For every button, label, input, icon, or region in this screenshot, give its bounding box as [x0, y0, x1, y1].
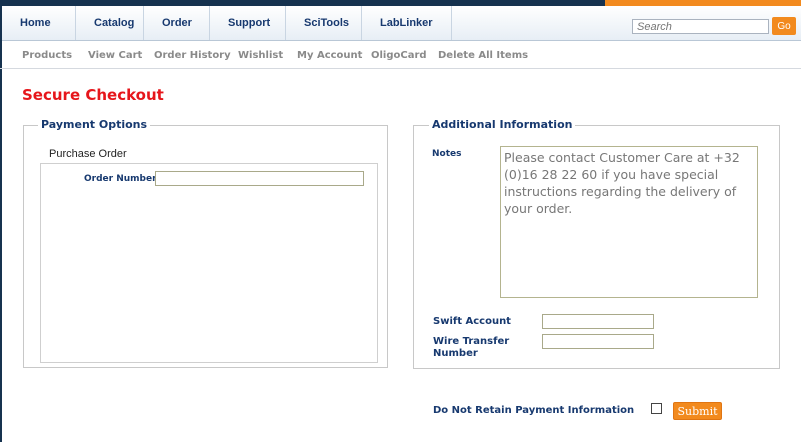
search-input[interactable] — [632, 19, 769, 34]
notes-textarea[interactable]: Please contact Customer Care at +32 (0)1… — [500, 146, 758, 298]
subnav-oligocard[interactable]: OligoCard — [371, 50, 427, 61]
order-number-label: Order Number: — [84, 174, 161, 184]
wire-transfer-label-line2: Number — [433, 348, 478, 359]
order-number-input[interactable] — [155, 171, 364, 186]
payment-method-label: Purchase Order — [49, 148, 127, 160]
submit-button[interactable]: Submit — [673, 402, 722, 420]
nav-lablinker[interactable]: LabLinker — [362, 6, 452, 40]
wire-transfer-input[interactable] — [542, 334, 654, 349]
swift-account-label: Swift Account — [433, 316, 511, 327]
subnav-delete-all-items[interactable]: Delete All Items — [438, 50, 528, 61]
nav-scitools[interactable]: SciTools — [286, 6, 362, 40]
subnav-wishlist[interactable]: Wishlist — [238, 50, 283, 61]
nav-order[interactable]: Order — [144, 6, 210, 40]
subnav-my-account[interactable]: My Account — [297, 50, 362, 61]
notes-label: Notes — [432, 149, 462, 159]
retain-payment-label: Do Not Retain Payment Information — [433, 405, 635, 416]
nav-catalog[interactable]: Catalog — [76, 6, 144, 40]
page-title: Secure Checkout — [22, 86, 164, 104]
nav-support[interactable]: Support — [210, 6, 286, 40]
sub-nav: Products View Cart Order History Wishlis… — [0, 44, 801, 69]
retain-payment-checkbox[interactable] — [651, 403, 662, 414]
wire-transfer-label-line1: Wire Transfer — [433, 336, 510, 347]
left-border — [0, 6, 2, 442]
swift-account-input[interactable] — [542, 314, 654, 329]
subnav-order-history[interactable]: Order History — [154, 50, 231, 61]
subnav-products[interactable]: Products — [22, 50, 72, 61]
payment-options-legend: Payment Options — [38, 118, 151, 131]
search-go-button[interactable]: Go — [772, 17, 796, 35]
additional-info-legend: Additional Information — [429, 118, 576, 131]
subnav-view-cart[interactable]: View Cart — [88, 50, 142, 61]
nav-home[interactable]: Home — [2, 6, 76, 40]
purchase-order-box — [40, 163, 378, 363]
